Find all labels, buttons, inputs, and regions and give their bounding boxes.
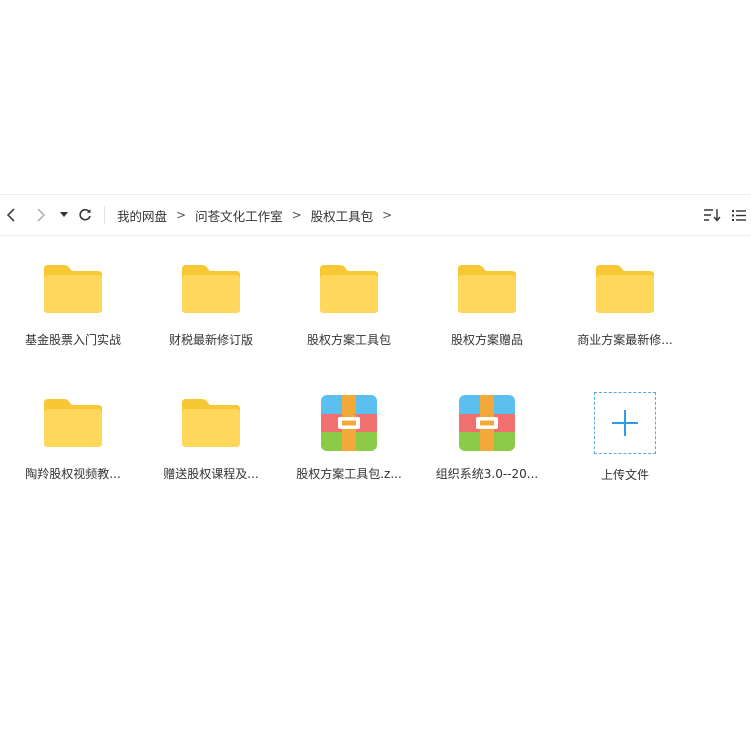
breadcrumb-separator: > [382, 208, 393, 222]
breadcrumb-item-my-drive[interactable]: 我的网盘 [117, 206, 167, 225]
file-name: 陶羚股权视频教... [25, 467, 121, 480]
file-name: 基金股票入门实战 [24, 333, 121, 346]
chevron-right-icon [37, 208, 46, 222]
folder-icon [452, 258, 522, 319]
caret-down-icon [60, 212, 68, 217]
file-name: 股权方案工具包.z... [296, 467, 402, 480]
breadcrumb-separator: > [291, 208, 302, 222]
breadcrumb-item-equity-toolkit[interactable]: 股权工具包 [311, 206, 374, 225]
folder-item[interactable]: 陶羚股权视频教... [9, 370, 137, 480]
file-name: 股权方案赠品 [450, 333, 523, 346]
file-name: 股权方案工具包 [306, 333, 391, 346]
folder-icon [314, 258, 384, 319]
plus-icon [612, 410, 638, 436]
archive-item[interactable]: 股权方案工具包.z... [285, 370, 413, 480]
archive-item[interactable]: 组织系统3.0--20... [423, 370, 551, 480]
toolbar: 我的网盘 > 问苍文化工作室 > 股权工具包 > [0, 194, 751, 236]
upload-label: 上传文件 [600, 468, 649, 480]
breadcrumb: 我的网盘 > 问苍文化工作室 > 股权工具包 > [117, 195, 401, 235]
file-name: 组织系统3.0--20... [435, 467, 539, 480]
refresh-button[interactable] [74, 195, 96, 235]
folder-item[interactable]: 赠送股权课程及... [147, 370, 275, 480]
archive-icon [314, 392, 384, 453]
folder-item[interactable]: 股权方案工具包 [285, 236, 413, 346]
breadcrumb-item-studio[interactable]: 问苍文化工作室 [195, 206, 283, 225]
refresh-icon [79, 208, 91, 221]
sort-icon [704, 209, 721, 222]
folder-item[interactable]: 基金股票入门实战 [9, 236, 137, 346]
sort-button[interactable] [700, 195, 724, 235]
file-name: 赠送股权课程及... [163, 467, 259, 480]
folder-item[interactable]: 商业方案最新修... [561, 236, 689, 346]
toolbar-divider [104, 206, 105, 224]
forward-button[interactable] [30, 195, 52, 235]
chevron-left-icon [6, 208, 15, 222]
folder-icon [176, 392, 246, 453]
folder-icon [176, 258, 246, 319]
file-name: 财税最新修订版 [168, 333, 253, 346]
view-mode-button[interactable] [728, 195, 750, 235]
list-view-icon [732, 209, 746, 221]
folder-item[interactable]: 财税最新修订版 [147, 236, 275, 346]
breadcrumb-separator: > [176, 208, 187, 222]
file-name: 商业方案最新修... [577, 333, 673, 346]
upload-file-button[interactable]: 上传文件 [561, 370, 689, 480]
folder-icon [590, 258, 660, 319]
folder-icon [38, 258, 108, 319]
upload-box-wrap [590, 392, 660, 454]
back-button[interactable] [0, 195, 22, 235]
history-dropdown-button[interactable] [53, 195, 75, 235]
archive-icon [452, 392, 522, 453]
folder-icon [38, 392, 108, 453]
upload-box[interactable] [594, 392, 656, 454]
folder-item[interactable]: 股权方案赠品 [423, 236, 551, 346]
